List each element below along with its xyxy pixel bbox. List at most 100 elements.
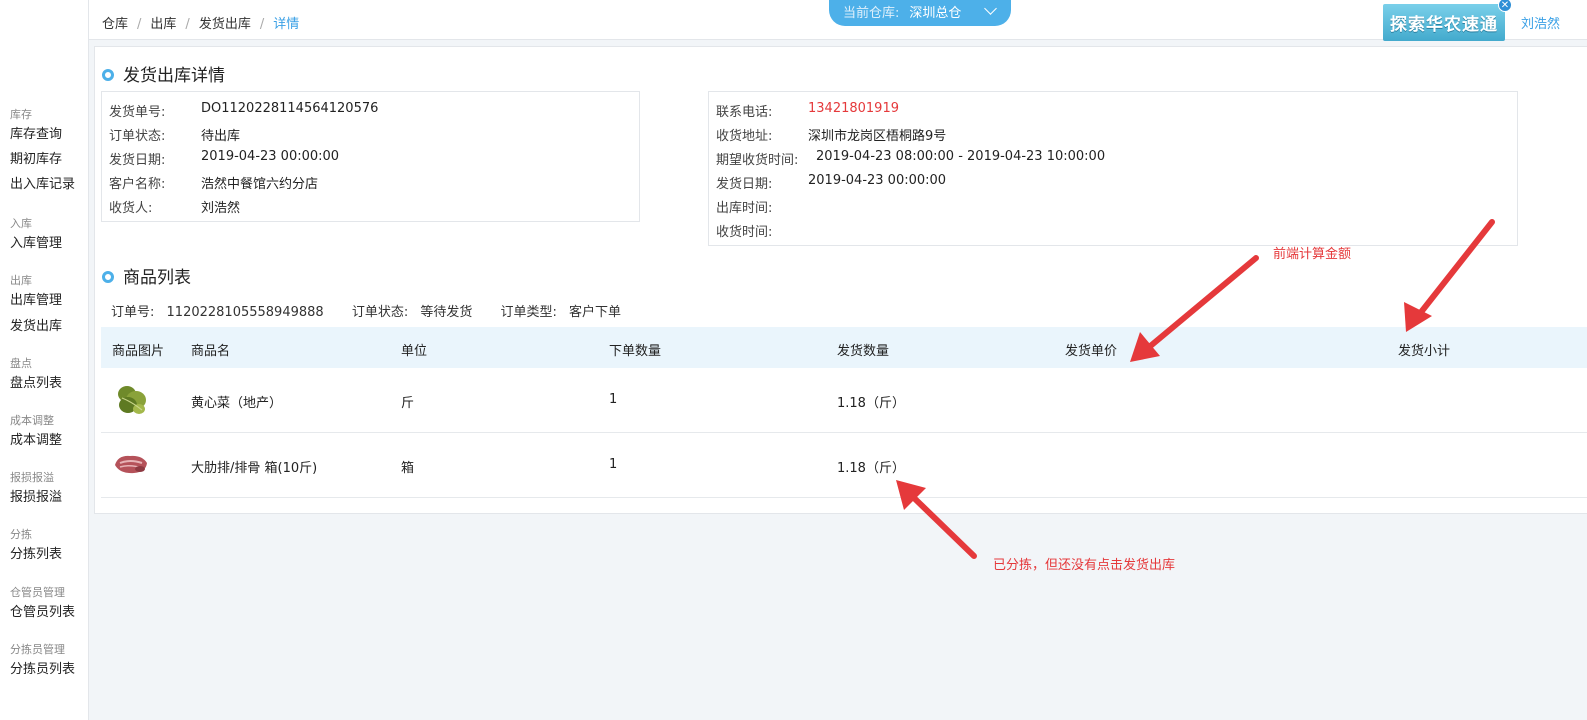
sidebar-group-inbound: 入库 入库管理 — [10, 217, 62, 257]
column-header: 发货单价 — [1065, 344, 1118, 359]
info-key: 期望收货时间: — [716, 153, 799, 168]
info-key: 收货时间: — [716, 225, 773, 240]
sidebar-group-title: 分拣 — [10, 528, 32, 541]
info-key: 发货日期: — [109, 153, 166, 168]
info-value: 2019-04-23 00:00:00 — [201, 149, 340, 164]
sidebar-item-stock-records[interactable]: 出入库记录 — [10, 172, 75, 198]
order-type-value: 客户下单 — [569, 305, 622, 320]
info-value: 浩然中餐馆六约分店 — [201, 177, 319, 192]
info-row: 订单状态: 待出库 — [109, 125, 240, 144]
sidebar-group-outbound: 出库 出库管理 发货出库 — [10, 274, 62, 340]
ship-quantity: 1.18（斤） — [837, 461, 905, 476]
ad-banner[interactable]: 探索华农速通 — [1383, 4, 1505, 41]
sidebar-group-title: 分拣员管理 — [10, 643, 65, 656]
info-row: 发货单号: DO1120228114564120576 — [109, 101, 378, 120]
chevron-down-icon — [984, 2, 997, 15]
sidebar-group-keepers: 仓管员管理 仓管员列表 — [10, 586, 75, 626]
ship-quantity: 1.18（斤） — [837, 396, 905, 411]
annotation-frontend-calc: 前端计算金额 — [1273, 247, 1352, 262]
column-header: 商品名 — [191, 344, 231, 359]
sidebar-group-loss: 报损报溢 报损报溢 — [10, 471, 62, 511]
product-name: 黄心菜（地产） — [191, 396, 283, 411]
order-quantity: 1 — [609, 392, 618, 407]
sidebar-item-opening-stock[interactable]: 期初库存 — [10, 147, 75, 173]
info-row: 期望收货时间: 2019-04-23 08:00:00 - 2019-04-23 … — [716, 149, 1105, 168]
column-header: 发货小计 — [1398, 344, 1451, 359]
sidebar-group-title: 仓管员管理 — [10, 586, 65, 599]
sidebar-item-keeper-list[interactable]: 仓管员列表 — [10, 600, 75, 626]
sidebar-item-inventory-query[interactable]: 库存查询 — [10, 122, 75, 148]
order-no-label: 订单号: — [111, 305, 155, 320]
breadcrumb-outbound[interactable]: 出库 — [150, 17, 176, 32]
warehouse-value: 深圳总仓 — [909, 5, 962, 21]
table-header: 商品图片 商品名 单位 下单数量 发货数量 发货单价 发货小计 — [101, 327, 1587, 368]
info-value: 待出库 — [201, 129, 241, 144]
section-dot-icon — [102, 69, 114, 81]
sidebar-item-sorter-list[interactable]: 分拣员列表 — [10, 657, 75, 683]
phone-value: 13421801919 — [808, 101, 899, 116]
sidebar-group-title: 库存 — [10, 108, 32, 121]
info-key: 出库时间: — [716, 201, 773, 216]
sidebar-group-title: 入库 — [10, 217, 32, 230]
sidebar-item-outbound-manage[interactable]: 出库管理 — [10, 288, 62, 314]
meat-image — [115, 455, 147, 474]
order-quantity: 1 — [609, 457, 618, 472]
info-value: DO1120228114564120576 — [201, 101, 379, 116]
sidebar-group-title: 报损报溢 — [10, 471, 54, 484]
order-status-label: 订单状态: — [351, 305, 409, 320]
info-row: 收货时间: — [716, 221, 772, 240]
table-row: 大肋排/排骨 箱(10斤) 箱 1 1.18（斤） — [101, 433, 1587, 498]
sidebar-item-stocktake-list[interactable]: 盘点列表 — [10, 371, 62, 397]
breadcrumb-current: 详情 — [273, 17, 300, 32]
detail-panel: 发货出库详情 发货单号: DO1120228114564120576 订单状态: 待… — [94, 46, 1587, 514]
annotation-sorted-note: 已分拣，但还没有点击发货出库 — [993, 558, 1176, 573]
order-no-value: 1120228105558949888 — [166, 305, 324, 320]
breadcrumb-warehouse[interactable]: 仓库 — [102, 17, 128, 32]
warehouse-label: 当前仓库: — [843, 5, 900, 21]
column-header: 单位 — [401, 344, 428, 359]
info-value: 刘浩然 — [201, 201, 241, 216]
sidebar-group-title: 盘点 — [10, 357, 32, 370]
product-table: 商品图片 商品名 单位 下单数量 发货数量 发货单价 发货小计 黄心菜（地产） … — [101, 327, 1587, 498]
sidebar-item-cost-adjust[interactable]: 成本调整 — [10, 428, 62, 454]
info-row: 收货地址: 深圳市龙岗区梧桐路9号 — [716, 125, 946, 144]
info-row: 联系电话: 13421801919 — [716, 101, 899, 120]
info-value: 2019-04-23 08:00:00 - 2019-04-23 10:00:0… — [816, 149, 1106, 164]
user-name-link[interactable]: 刘浩然 — [1521, 13, 1560, 32]
info-key: 收货人: — [109, 201, 153, 216]
close-icon[interactable]: ✕ — [1498, 0, 1512, 12]
sidebar-item-loss-overflow[interactable]: 报损报溢 — [10, 485, 62, 511]
info-value: 深圳市龙岗区梧桐路9号 — [808, 129, 947, 144]
sidebar-group-stocktake: 盘点 盘点列表 — [10, 357, 62, 397]
info-row: 发货日期: 2019-04-23 00:00:00 — [716, 173, 946, 192]
vegetable-image — [118, 386, 146, 414]
product-unit: 斤 — [401, 396, 415, 411]
section-title-text: 商品列表 — [123, 268, 191, 288]
order-status-value: 等待发货 — [420, 305, 473, 320]
sidebar-group-sorting: 分拣 分拣列表 — [10, 528, 62, 568]
section-dot-icon — [102, 271, 114, 283]
column-header: 商品图片 — [112, 344, 165, 359]
product-name: 大肋排/排骨 箱(10斤) — [191, 461, 318, 476]
info-key: 联系电话: — [716, 105, 773, 120]
sidebar-item-inbound-manage[interactable]: 入库管理 — [10, 231, 62, 257]
sidebar-group-sorters: 分拣员管理 分拣员列表 — [10, 643, 75, 683]
column-header: 发货数量 — [837, 344, 890, 359]
info-key: 发货日期: — [716, 177, 773, 192]
warehouse-selector[interactable]: 当前仓库: 深圳总仓 — [829, 0, 1011, 26]
section-title-products: 商品列表 — [102, 263, 191, 288]
section-title-detail: 发货出库详情 — [102, 61, 225, 86]
breadcrumb: 仓库 / 出库 / 发货出库 / 详情 — [102, 17, 300, 32]
column-header: 下单数量 — [609, 344, 662, 359]
breadcrumb-shipping-outbound[interactable]: 发货出库 — [199, 17, 251, 32]
sidebar-item-sorting-list[interactable]: 分拣列表 — [10, 542, 62, 568]
info-key: 收货地址: — [716, 129, 773, 144]
sidebar-item-shipping-outbound[interactable]: 发货出库 — [10, 314, 62, 340]
info-row: 发货日期: 2019-04-23 00:00:00 — [109, 149, 339, 168]
info-key: 订单状态: — [109, 129, 166, 144]
info-row: 出库时间: — [716, 197, 772, 216]
order-summary: 订单号: 1120228105558949888 订单状态: 等待发货 订单类型… — [111, 301, 621, 320]
sidebar-group-inventory: 库存 库存查询 期初库存 出入库记录 — [10, 108, 75, 198]
info-key: 发货单号: — [109, 105, 166, 120]
top-bar: 仓库 / 出库 / 发货出库 / 详情 当前仓库: 深圳总仓 探索华农速通 ✕ 刘浩然 — [89, 0, 1587, 41]
